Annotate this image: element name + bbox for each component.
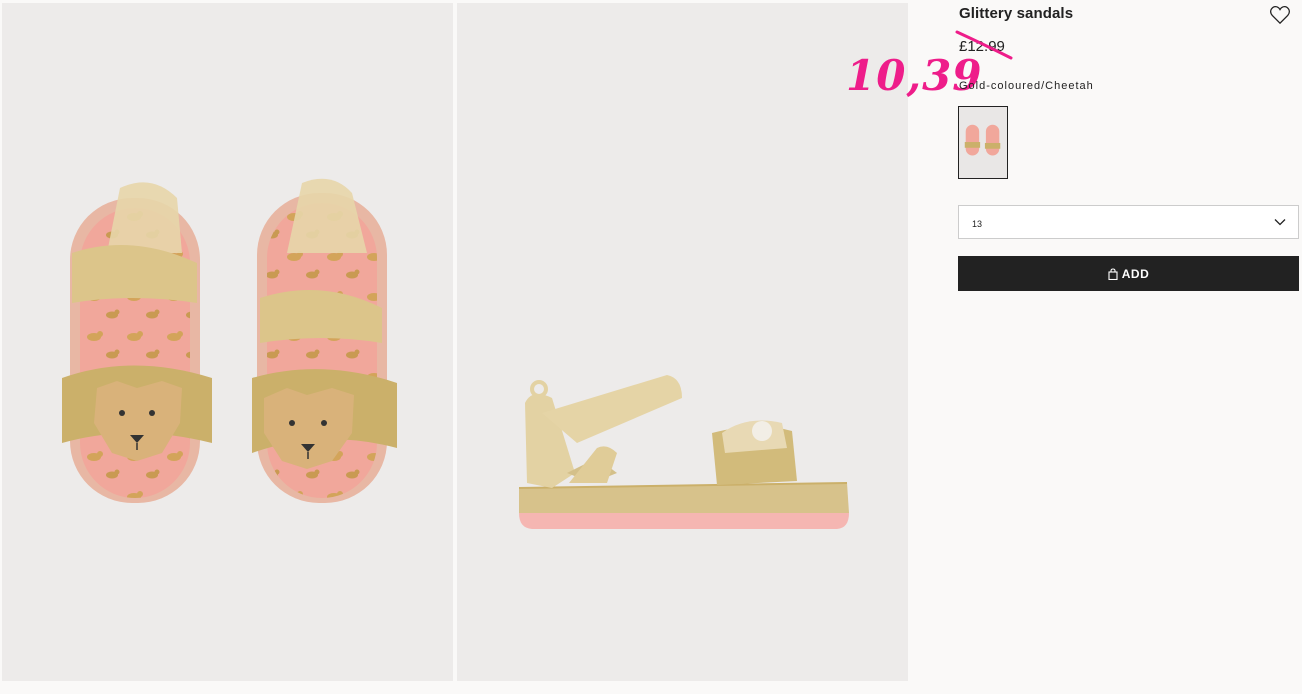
colour-name: Gold-coloured/Cheetah	[959, 80, 1094, 92]
product-image-side-view[interactable]	[457, 3, 908, 681]
add-button-label: ADD	[1121, 266, 1150, 281]
sandals-top-view-illustration	[62, 178, 397, 503]
swatch-thumbnail	[959, 107, 1007, 178]
product-page: Glittery sandals £12.99 10,39 Gold-colou…	[0, 0, 1302, 694]
add-to-bag-button[interactable]: ADD	[958, 256, 1299, 291]
colour-swatch-gold-cheetah[interactable]	[958, 106, 1008, 179]
product-title: Glittery sandals	[959, 5, 1074, 22]
chevron-down-icon	[1274, 219, 1286, 226]
shopping-bag-icon	[1108, 267, 1118, 280]
size-selected-value: 13	[972, 219, 983, 229]
heart-icon[interactable]	[1269, 5, 1291, 25]
product-image-top-view[interactable]	[2, 3, 453, 681]
sandal-side-view-illustration	[518, 375, 849, 529]
size-dropdown[interactable]: 13	[958, 205, 1299, 239]
